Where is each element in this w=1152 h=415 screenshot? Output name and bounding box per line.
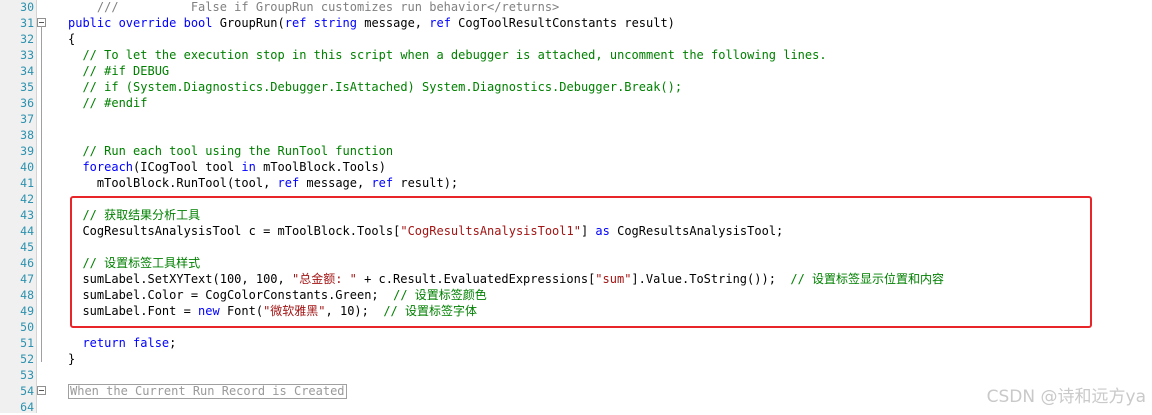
code-line[interactable]: 32 { <box>0 31 1152 47</box>
line-number: 49 <box>20 304 34 318</box>
fold-toggle-icon[interactable] <box>37 15 47 31</box>
code-text: mToolBlock.RunTool(tool, ref message, re… <box>68 175 458 191</box>
code-text: // #endif <box>68 95 147 111</box>
code-line[interactable]: 37 <box>0 111 1152 127</box>
line-number: 44 <box>20 224 34 238</box>
line-number: 40 <box>20 160 34 174</box>
line-number: 41 <box>20 176 34 190</box>
code-text: } <box>68 351 75 367</box>
code-text: // if (System.Diagnostics.Debugger.IsAtt… <box>68 79 682 95</box>
code-token: } <box>68 352 76 366</box>
code-line[interactable]: 54 When the Current Run Record is Created <box>0 383 1152 399</box>
line-number: 45 <box>20 240 34 254</box>
code-line[interactable]: 33 // To let the execution stop in this … <box>0 47 1152 63</box>
code-token: // To let the execution stop in this scr… <box>68 48 827 62</box>
line-number: 50 <box>20 320 34 334</box>
line-number: 51 <box>20 336 34 350</box>
line-number: 30 <box>20 0 34 14</box>
code-line[interactable]: 38 <box>0 127 1152 143</box>
code-token: // if (System.Diagnostics.Debugger.IsAtt… <box>68 80 683 94</box>
code-token: mToolBlock.RunTool(tool, <box>68 176 278 190</box>
line-number: 38 <box>20 128 34 142</box>
code-token: ref string <box>284 16 365 30</box>
code-text: When the Current Run Record is Created <box>68 383 347 399</box>
line-number: 32 <box>20 32 34 46</box>
line-number: 46 <box>20 256 34 270</box>
code-line[interactable]: 41 mToolBlock.RunTool(tool, ref message,… <box>0 175 1152 191</box>
line-number: 31 <box>20 16 34 30</box>
code-token: // #endif <box>68 96 148 110</box>
code-line[interactable]: 51 return false; <box>0 335 1152 351</box>
code-token: foreach <box>82 160 134 174</box>
code-token: CogToolResultConstants result) <box>458 16 675 30</box>
line-number: 36 <box>20 96 34 110</box>
code-token: public override bool <box>68 16 220 30</box>
line-number: 37 <box>20 112 34 126</box>
code-line[interactable]: 31 public override bool GroupRun(ref stri… <box>0 15 1152 31</box>
line-number: 39 <box>20 144 34 158</box>
code-token: ; <box>169 336 177 350</box>
line-number: 43 <box>20 208 34 222</box>
line-number: 53 <box>20 368 34 382</box>
code-token: message, <box>306 176 372 190</box>
code-line[interactable]: 34 // #if DEBUG <box>0 63 1152 79</box>
code-editor[interactable]: 30 /// False if GroupRun customizes run … <box>0 0 1152 414</box>
code-text: // Run each tool using the RunTool funct… <box>68 143 393 159</box>
code-line[interactable]: 35 // if (System.Diagnostics.Debugger.Is… <box>0 79 1152 95</box>
code-token: return false <box>82 336 170 350</box>
code-line[interactable]: 53 <box>0 367 1152 383</box>
code-token: result); <box>400 176 459 190</box>
code-token: /// False if GroupRun customizes run beh… <box>68 0 560 14</box>
code-text: // To let the execution stop in this scr… <box>68 47 827 63</box>
code-text: // #if DEBUG <box>68 63 169 79</box>
highlight-annotation-box <box>70 196 1092 328</box>
line-number: 48 <box>20 288 34 302</box>
line-number: 34 <box>20 64 34 78</box>
line-number: 33 <box>20 48 34 62</box>
code-line[interactable]: 30 /// False if GroupRun customizes run … <box>0 0 1152 15</box>
code-text: /// False if GroupRun customizes run beh… <box>68 0 559 15</box>
code-token: ref <box>371 176 401 190</box>
code-token: { <box>68 32 76 46</box>
code-token: message, <box>364 16 430 30</box>
code-text: foreach(ICogTool tool in mToolBlock.Tool… <box>68 159 386 175</box>
code-line[interactable]: 36 // #endif <box>0 95 1152 111</box>
collapsed-region[interactable]: When the Current Run Record is Created <box>68 384 347 399</box>
line-number: 47 <box>20 272 34 286</box>
watermark: CSDN @诗和远方ya <box>986 387 1146 407</box>
code-line[interactable]: 39 // Run each tool using the RunTool fu… <box>0 143 1152 159</box>
code-token: // #if DEBUG <box>68 64 170 78</box>
line-number: 35 <box>20 80 34 94</box>
code-text: return false; <box>68 335 176 351</box>
line-number: 52 <box>20 352 34 366</box>
line-number: 54 <box>20 384 34 398</box>
code-text: public override bool GroupRun(ref string… <box>68 15 675 31</box>
code-token: (ICogTool tool <box>133 160 242 174</box>
line-number: 42 <box>20 192 34 206</box>
code-token: GroupRun( <box>219 16 285 30</box>
code-line[interactable]: 52} <box>0 351 1152 367</box>
fold-toggle-icon[interactable] <box>37 383 47 399</box>
code-text: { <box>68 31 75 47</box>
code-token: // Run each tool using the RunTool funct… <box>68 144 394 158</box>
code-token: mToolBlock.Tools) <box>263 160 386 174</box>
code-line[interactable]: 40 foreach(ICogTool tool in mToolBlock.T… <box>0 159 1152 175</box>
code-token: ref <box>429 16 459 30</box>
code-token: in <box>241 160 264 174</box>
code-token: ref <box>277 176 307 190</box>
fold-guide-line <box>41 26 42 362</box>
